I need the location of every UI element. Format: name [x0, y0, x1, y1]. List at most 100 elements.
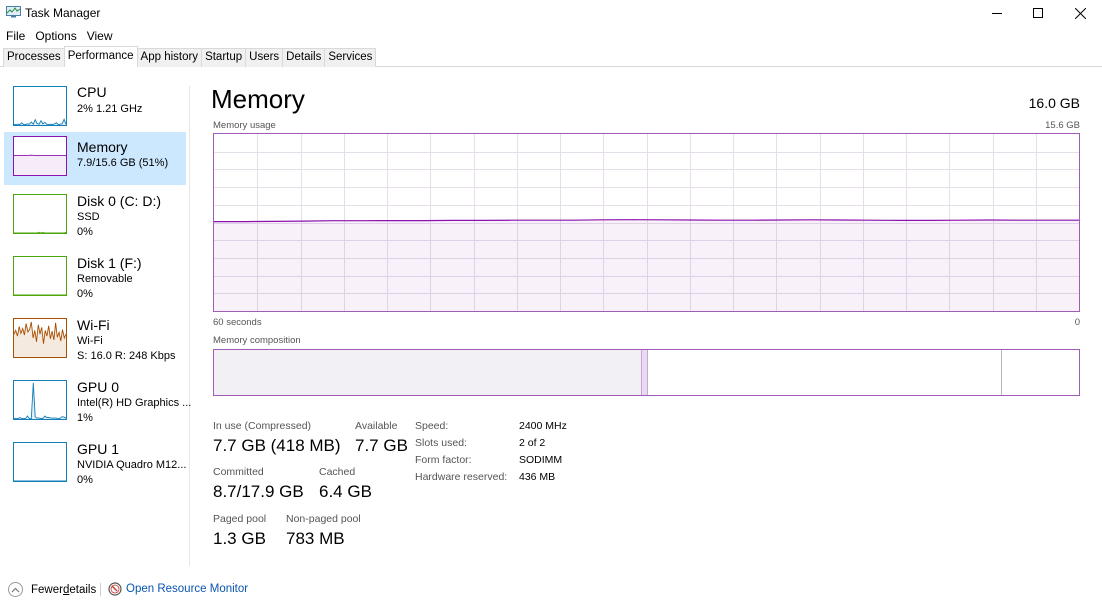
open-resource-monitor-label: Open Resource Monitor	[126, 583, 249, 595]
property-key: Form factor:	[415, 454, 472, 466]
sidebar-item-name: GPU 0	[77, 379, 120, 395]
chevron-up-icon	[8, 582, 23, 597]
sidebar-item-name: Disk 0 (C: D:)	[77, 193, 161, 209]
tab-details[interactable]: Details	[282, 48, 326, 67]
footer: Fewer d etails Open Resource Monitor	[0, 578, 1102, 600]
property-key: Hardware reserved:	[415, 471, 508, 483]
sidebar-item-type: Removable	[77, 273, 133, 285]
stat-value: 1.3 GB	[213, 529, 266, 548]
memory-composition-bar	[213, 349, 1080, 396]
close-button[interactable]	[1058, 0, 1102, 26]
disk1-sparkline	[13, 256, 67, 296]
sparkline-border	[13, 442, 67, 482]
menu-options[interactable]: Options	[30, 27, 81, 45]
sidebar-item-gpu-1[interactable]: GPU 1 NVIDIA Quadro M12... 0%	[4, 438, 186, 491]
tab-bar: Processes Performance App history Startu…	[0, 46, 1102, 67]
sidebar-item-type: SSD	[77, 211, 100, 223]
composition-standby[interactable]	[648, 350, 1002, 395]
stat-value: 7.7 GB (418 MB)	[213, 436, 341, 455]
cpu-sparkline	[13, 86, 67, 126]
sidebar-item-detail: 1%	[77, 412, 93, 424]
resource-monitor-icon	[108, 582, 122, 596]
sidebar-item-detail: 7.9/15.6 GB (51%)	[77, 157, 169, 169]
stat-in-use: In use (Compressed) 7.7 GB (418 MB)	[213, 420, 341, 456]
minimize-icon	[992, 13, 1002, 14]
property-value: SODIMM	[519, 454, 563, 466]
wifi-sparkline	[13, 318, 67, 358]
property-key: Speed:	[415, 420, 449, 432]
menu-view[interactable]: View	[82, 27, 118, 45]
window-title: Task Manager	[25, 6, 101, 20]
gpu1-sparkline	[13, 442, 67, 482]
stat-paged-pool: Paged pool 1.3 GB	[213, 513, 266, 549]
property-key: Slots used:	[415, 437, 467, 449]
sidebar-item-cpu[interactable]: CPU 2% 1.21 GHz	[4, 82, 186, 135]
sidebar-item-wifi[interactable]: Wi-Fi Wi-Fi S: 16.0 R: 248 Kbps	[4, 314, 186, 367]
sidebar-item-gpu-0[interactable]: GPU 0 Intel(R) HD Graphics ... 1%	[4, 376, 191, 429]
tab-performance[interactable]: Performance	[63, 46, 138, 67]
sidebar-item-type: Intel(R) HD Graphics ...	[77, 397, 192, 409]
close-icon	[1074, 7, 1086, 19]
sidebar-item-name: CPU	[77, 84, 107, 100]
stat-label: Cached	[319, 466, 356, 478]
time-span-label: 60 seconds	[213, 317, 262, 328]
property-value: 2 of 2	[519, 437, 546, 449]
tab-app-history[interactable]: App history	[136, 48, 203, 67]
composition-in-use[interactable]	[214, 350, 642, 395]
sparkline-line	[14, 231, 67, 234]
stat-label: Non-paged pool	[286, 513, 361, 525]
property-value: 2400 MHz	[519, 420, 567, 432]
menu-bar: File Options View	[0, 27, 118, 45]
stat-available: Available 7.7 GB	[355, 420, 408, 456]
sparkline-border	[13, 380, 67, 420]
sidebar-divider	[189, 86, 190, 566]
stat-label: Committed	[213, 466, 264, 478]
page-title: Memory	[211, 84, 305, 114]
stat-value: 7.7 GB	[355, 436, 408, 455]
sidebar-item-name: Wi-Fi	[77, 317, 110, 333]
sidebar-item-name: GPU 1	[77, 441, 120, 457]
stat-non-paged-pool: Non-paged pool 783 MB	[286, 513, 361, 549]
property-value: 436 MB	[519, 471, 556, 483]
sidebar-item-disk-0[interactable]: Disk 0 (C: D:) SSD 0%	[4, 190, 186, 243]
usage-area	[214, 219, 1079, 311]
title-bar: Task Manager	[0, 0, 1102, 26]
sparkline-area	[14, 322, 66, 357]
open-resource-monitor-link[interactable]: Open Resource Monitor	[108, 582, 248, 596]
fewer-details-label-post: etails	[69, 583, 97, 596]
tab-services[interactable]: Services	[324, 48, 377, 67]
memory-panel: Memory 16.0 GB Memory usage 15.6 GB 60 s…	[200, 68, 1102, 568]
sidebar-item-detail: S: 16.0 R: 248 Kbps	[77, 350, 176, 362]
minimize-button[interactable]	[975, 0, 1019, 26]
memory-usage-max: 15.6 GB	[1045, 120, 1080, 131]
performance-sidebar: CPU 2% 1.21 GHz Memory 7.9/15.6 GB (51%)…	[0, 68, 191, 568]
sidebar-item-detail: 0%	[77, 226, 93, 238]
sidebar-item-name: Memory	[77, 139, 128, 155]
fewer-details-button[interactable]: Fewer d etails	[8, 582, 96, 597]
menu-file[interactable]: File	[0, 27, 30, 45]
stat-value: 6.4 GB	[319, 482, 372, 501]
maximize-button[interactable]	[1016, 0, 1060, 26]
memory-composition-label: Memory composition	[213, 335, 301, 346]
sidebar-item-type: Wi-Fi	[77, 335, 103, 347]
total-memory: 16.0 GB	[1028, 95, 1080, 111]
sparkline-border	[13, 86, 67, 126]
tab-users[interactable]: Users	[245, 48, 284, 67]
tab-startup[interactable]: Startup	[201, 48, 247, 67]
sidebar-item-memory[interactable]: Memory 7.9/15.6 GB (51%)	[4, 132, 186, 185]
fewer-details-label-pre: Fewer	[31, 583, 63, 596]
sidebar-item-detail: 0%	[77, 288, 93, 300]
sidebar-item-type: NVIDIA Quadro M12...	[77, 459, 187, 471]
sparkline-line	[13, 382, 67, 420]
composition-modified[interactable]	[641, 350, 649, 395]
time-zero-label: 0	[1074, 317, 1080, 328]
composition-free[interactable]	[1002, 350, 1079, 395]
sparkline-area	[14, 382, 66, 419]
stat-label: Available	[355, 420, 398, 432]
task-manager-icon	[6, 6, 21, 18]
memory-sparkline	[13, 136, 67, 176]
sparkline-area	[14, 155, 66, 175]
maximize-icon	[1033, 8, 1043, 18]
sidebar-item-disk-1[interactable]: Disk 1 (F:) Removable 0%	[4, 252, 186, 305]
tab-processes[interactable]: Processes	[3, 48, 65, 67]
